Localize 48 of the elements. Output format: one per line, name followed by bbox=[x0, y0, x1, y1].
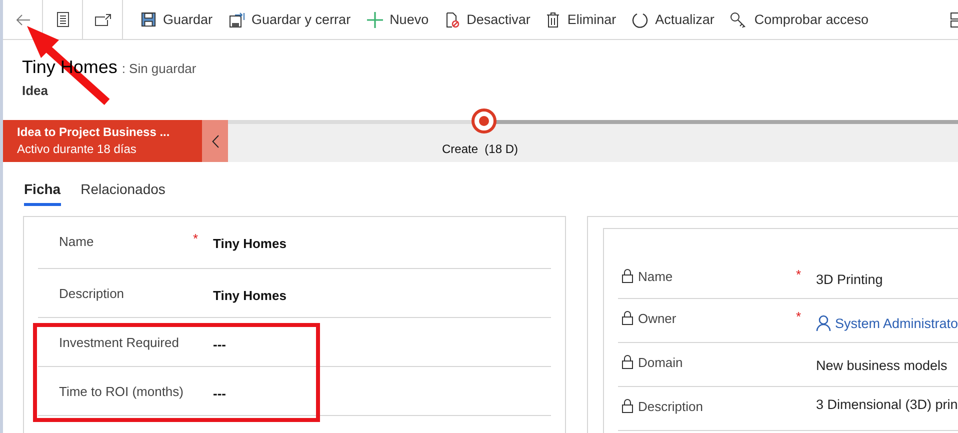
toolbar-button[interactable]: Guardar y cerrar bbox=[220, 4, 359, 34]
document-icon bbox=[56, 12, 68, 27]
stage-target-icon[interactable] bbox=[471, 108, 497, 134]
field-value[interactable]: --- bbox=[213, 367, 551, 401]
toolbar-button[interactable]: Actualizar bbox=[624, 4, 722, 34]
field-value[interactable]: --- bbox=[213, 318, 551, 352]
person-icon bbox=[816, 315, 831, 331]
field-label: Name bbox=[638, 269, 673, 284]
toolbar-button[interactable]: Comprobar acceso bbox=[722, 4, 876, 34]
trash-icon bbox=[546, 12, 560, 28]
form-tab[interactable]: Ficha bbox=[24, 180, 61, 206]
owner-link[interactable]: System Administrato bbox=[816, 299, 958, 331]
save-close-icon bbox=[228, 12, 245, 28]
popout-icon bbox=[94, 14, 110, 26]
layout-icon[interactable] bbox=[950, 12, 958, 28]
entity-name: Idea bbox=[22, 83, 50, 98]
toolbar-button[interactable]: Nuevo bbox=[358, 4, 437, 34]
field-label: Description bbox=[638, 399, 703, 414]
field-label: Domain bbox=[638, 355, 683, 370]
key-icon bbox=[730, 12, 748, 28]
field-label: Owner bbox=[638, 311, 676, 326]
save-status: : Sin guardar bbox=[122, 61, 196, 76]
field-value[interactable]: Tiny Homes bbox=[213, 217, 551, 251]
field-value[interactable]: Tiny Homes bbox=[213, 269, 551, 303]
process-duration: Activo durante 18 días bbox=[17, 142, 138, 156]
save-icon bbox=[141, 12, 156, 27]
chevron-left-icon bbox=[212, 134, 218, 148]
form-tab[interactable]: Relacionados bbox=[80, 180, 166, 206]
required-mark: * bbox=[796, 266, 802, 284]
field-value[interactable]: 3 Dimensional (3D) prin bbox=[816, 387, 958, 412]
plus-icon bbox=[366, 12, 383, 28]
field-label: Name bbox=[58, 233, 95, 249]
field-label: Investment Required bbox=[58, 334, 180, 350]
stage-label[interactable]: Create (18 D) bbox=[442, 142, 518, 156]
field-value[interactable]: 3D Printing bbox=[816, 265, 958, 287]
required-mark: * bbox=[796, 308, 802, 326]
field-label: Time to ROI (months) bbox=[58, 383, 184, 399]
toolbar-button[interactable]: Guardar bbox=[133, 4, 221, 34]
required-mark: * bbox=[193, 230, 200, 246]
toolbar-button[interactable]: Eliminar bbox=[538, 4, 624, 34]
process-flag[interactable]: Idea to Project Business ... Activo durante 18 días bbox=[3, 120, 202, 162]
deactivate-icon bbox=[444, 12, 460, 28]
refresh-icon bbox=[632, 12, 648, 28]
back-arrow-icon bbox=[16, 14, 30, 26]
process-name: Idea to Project Business ... bbox=[17, 125, 171, 139]
field-value[interactable]: New business models bbox=[816, 343, 958, 373]
toolbar-button[interactable]: Desactivar bbox=[436, 4, 538, 34]
field-label: Description bbox=[58, 285, 126, 301]
